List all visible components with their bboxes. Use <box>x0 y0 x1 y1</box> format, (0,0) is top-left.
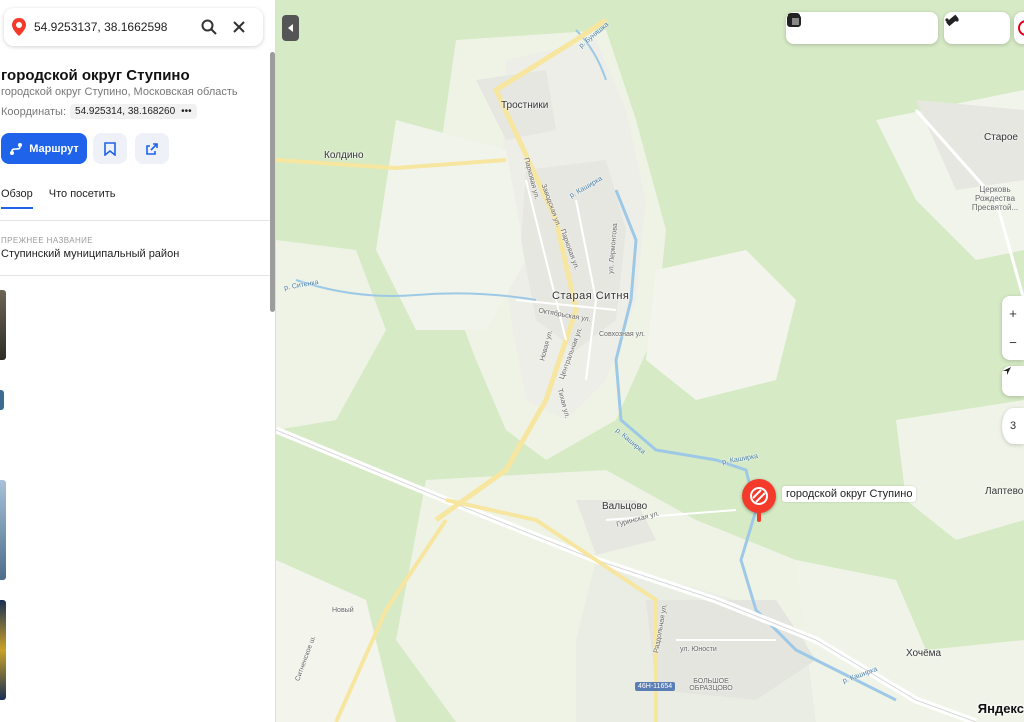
pin-label[interactable]: городской округ Ступино <box>782 486 917 502</box>
route-button-label: Маршрут <box>29 142 79 155</box>
place-title: городской округ Ступино <box>1 67 190 84</box>
search-box <box>4 8 263 46</box>
place-tabs: Обзор Что посетить <box>1 188 115 209</box>
map-canvas[interactable]: Тростники Колдино Старое Церковь Рождест… <box>276 0 1024 722</box>
tabs-divider <box>0 220 270 221</box>
section-divider <box>0 275 270 276</box>
location-pin[interactable] <box>742 479 776 513</box>
map-label-koldino: Колдино <box>324 150 364 161</box>
layers-toolbar <box>786 12 938 44</box>
search-icon <box>201 19 217 35</box>
map-label-staraya-sitnya: Старая Ситня <box>552 290 630 302</box>
zoom-controls: + − <box>1002 296 1024 360</box>
layer-panorama-button[interactable] <box>788 12 846 44</box>
tools-toolbar <box>944 12 1010 44</box>
map-graphics <box>276 0 1024 722</box>
bookmark-button[interactable] <box>93 133 127 164</box>
coordinates-text: 54.925314, 38.168260 <box>75 106 176 117</box>
map-label-yunosti: ул. Юности <box>680 646 717 653</box>
place-subtitle: городской округ Ступино, Московская обла… <box>1 86 238 98</box>
sidebar-scrollbar[interactable] <box>270 52 275 312</box>
layer-photos-button[interactable] <box>787 12 876 44</box>
profile-button[interactable] <box>1014 12 1024 44</box>
bookmark-icon <box>104 141 116 156</box>
map-label-hochema: Хочёма <box>906 648 942 659</box>
photo-thumbnail[interactable] <box>0 600 6 700</box>
photo-thumbnail[interactable] <box>0 480 6 580</box>
former-name-label: ПРЕЖНЕЕ НАЗВАНИЕ <box>1 236 94 245</box>
route-icon <box>10 142 23 155</box>
road-badge: 46Н-11654 <box>635 682 676 691</box>
photo-thumbnail[interactable] <box>0 290 6 360</box>
zoom-in-button[interactable]: + <box>1009 306 1017 321</box>
clear-search-button[interactable] <box>224 12 254 42</box>
map-label-bolshoe: БОЛЬШОЕ ОБРАЗЦОВО <box>689 678 733 692</box>
search-input[interactable] <box>34 20 194 34</box>
share-button[interactable] <box>135 133 169 164</box>
chevron-left-icon <box>287 24 293 32</box>
hatched-area-icon <box>750 487 768 505</box>
map-label-valtsovo: Вальцово <box>602 501 648 512</box>
brand-logo: Яндекс <box>977 701 1024 716</box>
zoom-out-button[interactable]: − <box>1009 335 1017 350</box>
share-icon <box>146 142 158 155</box>
map-label-staroe: Старое <box>984 132 1018 143</box>
3d-label: 3 <box>1009 420 1017 432</box>
former-name-value: Ступинский муниципальный район <box>1 248 180 260</box>
sidebar: городской округ Ступино городской округ … <box>0 0 276 722</box>
pin-tail <box>757 510 761 522</box>
tab-overview[interactable]: Обзор <box>1 188 33 209</box>
more-tools-button[interactable] <box>945 12 1004 44</box>
locate-button[interactable] <box>1002 366 1024 396</box>
dots-icon <box>945 18 959 22</box>
map-label-sovhoznaya: Совхозная ул. <box>599 331 645 338</box>
coordinates-more-icon[interactable]: ••• <box>181 106 192 117</box>
3d-button[interactable]: 3 <box>1002 408 1024 444</box>
tab-what-to-visit[interactable]: Что посетить <box>49 188 116 209</box>
layer-switch-button[interactable] <box>788 12 936 44</box>
avatar-icon <box>1018 20 1024 36</box>
collapse-sidebar-button[interactable] <box>282 15 299 41</box>
layers-icon <box>788 14 799 25</box>
coordinates-value[interactable]: 54.925314, 38.168260 ••• <box>70 104 197 119</box>
close-icon <box>233 21 245 33</box>
photo-thumbnail[interactable] <box>0 390 4 410</box>
map-label-trostniki: Тростники <box>501 100 549 111</box>
route-button[interactable]: Маршрут <box>1 133 87 164</box>
search-button[interactable] <box>194 12 224 42</box>
coordinates-row: Координаты: 54.925314, 38.168260 ••• <box>1 104 197 119</box>
map-label-laptevo: Лаптево <box>985 486 1024 497</box>
location-pin-icon <box>12 18 26 36</box>
map-label-novy: Новый <box>332 607 354 614</box>
coordinates-label: Координаты: <box>1 105 67 118</box>
location-arrow-icon <box>1003 367 1011 375</box>
layer-transport-button[interactable] <box>788 12 906 44</box>
map-label-church: Церковь Рождества Пресвятой... <box>971 185 1019 212</box>
